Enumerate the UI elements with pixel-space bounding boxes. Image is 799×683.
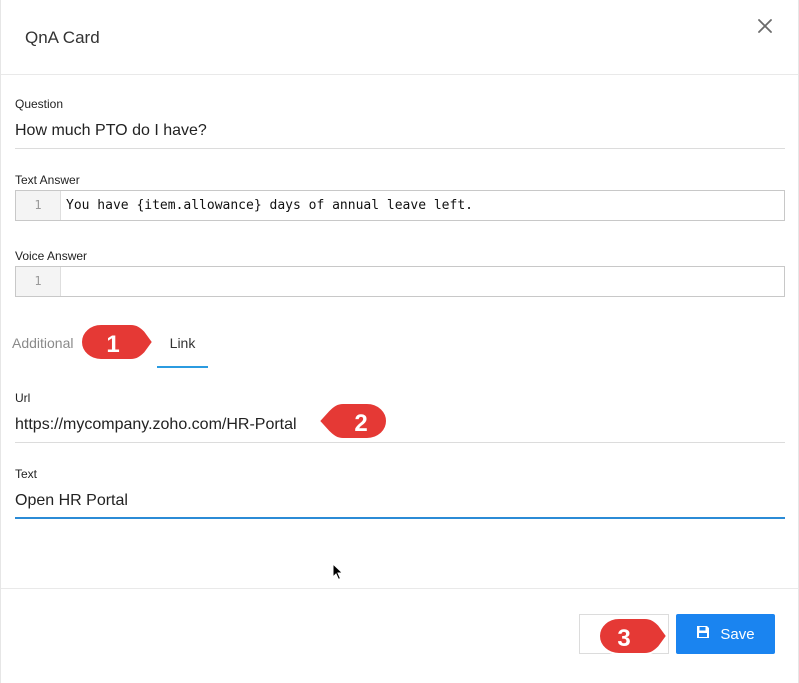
voice-answer-code[interactable] xyxy=(61,267,66,296)
footer-divider xyxy=(1,588,798,589)
text-answer-code[interactable]: You have {item.allowance} days of annual… xyxy=(61,191,473,220)
mouse-cursor-icon xyxy=(332,562,344,581)
dialog-header: QnA Card xyxy=(1,0,798,75)
question-label: Question xyxy=(15,97,64,111)
question-input[interactable]: How much PTO do I have? xyxy=(15,122,785,149)
line-number-gutter: 1 xyxy=(16,267,61,296)
text-answer-editor[interactable]: 1 You have {item.allowance} days of annu… xyxy=(15,190,785,221)
save-icon xyxy=(696,625,710,643)
voice-answer-label: Voice Answer xyxy=(15,249,88,263)
callout-2-text: 2 xyxy=(354,410,367,437)
callout-badge-1: 1 xyxy=(79,322,155,362)
callout-1-text: 1 xyxy=(106,331,119,358)
close-icon[interactable] xyxy=(754,15,776,37)
save-button[interactable]: Save xyxy=(676,614,775,654)
callout-badge-3: 3 xyxy=(597,616,669,656)
qna-card-dialog: QnA Card Question How much PTO do I have… xyxy=(0,0,799,683)
text-input[interactable]: Open HR Portal xyxy=(15,492,785,519)
tab-additional[interactable]: Additional xyxy=(12,335,74,351)
callout-badge-2: 2 xyxy=(317,401,389,441)
text-answer-label: Text Answer xyxy=(15,173,80,187)
line-number-gutter: 1 xyxy=(16,191,61,220)
tab-link[interactable]: Link xyxy=(157,335,208,351)
active-tab-indicator xyxy=(157,366,208,368)
text-label: Text xyxy=(15,467,38,481)
voice-answer-editor[interactable]: 1 xyxy=(15,266,785,297)
url-input[interactable]: https://mycompany.zoho.com/HR-Portal xyxy=(15,416,785,443)
url-label: Url xyxy=(15,391,31,405)
dialog-title: QnA Card xyxy=(25,28,100,47)
callout-3-text: 3 xyxy=(617,625,630,652)
save-label: Save xyxy=(720,625,755,643)
